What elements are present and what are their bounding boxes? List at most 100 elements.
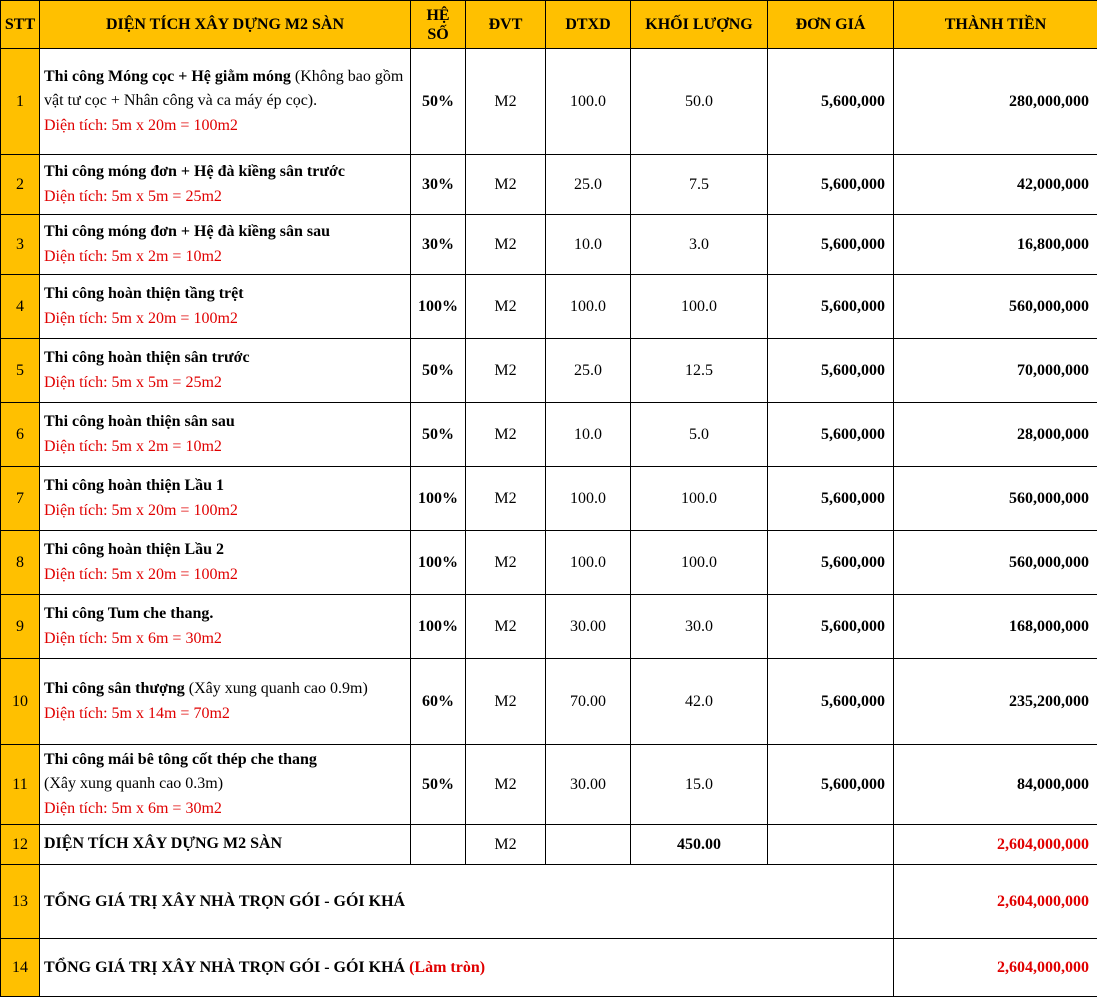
row-description: Thi công sân thượng (Xây xung quanh cao … <box>39 658 411 745</box>
header-description: DIỆN TÍCH XÂY DỰNG M2 SÀN <box>39 0 411 49</box>
row-unit-price: 5,600,000 <box>767 154 894 215</box>
row-amount: 560,000,000 <box>893 530 1097 595</box>
summary-empty-cell <box>410 824 466 865</box>
row-quantity: 50.0 <box>630 48 768 155</box>
row-note: (Xây xung quanh cao 0.9m) <box>184 680 368 697</box>
header-row: STT DIỆN TÍCH XÂY DỰNG M2 SÀN HỆ SỐ ĐVT D… <box>0 0 1097 49</box>
row-coefficient: 50% <box>410 744 466 825</box>
table-row: 2 Thi công móng đơn + Hệ đà kiềng sân tr… <box>0 154 1097 215</box>
row-description: Thi công hoàn thiện sân sau Diện tích: 5m… <box>39 402 411 467</box>
row-unit-price: 5,600,000 <box>767 214 894 275</box>
row-title: Thi công Tum che thang. <box>44 605 214 622</box>
row-title: Thi công hoàn thiện Lầu 2 <box>44 541 225 558</box>
row-coefficient: 100% <box>410 274 466 339</box>
row-title: Thi công hoàn thiện Lầu 1 <box>44 477 225 494</box>
row-quantity: 100.0 <box>630 274 768 339</box>
row-area-text: Diện tích: 5m x 20m = 100m2 <box>44 501 238 519</box>
row-stt: 10 <box>0 658 40 745</box>
row-quantity: 7.5 <box>630 154 768 215</box>
row-unit-price: 5,600,000 <box>767 658 894 745</box>
header-unit: ĐVT <box>465 0 546 49</box>
row-dtxd: 10.0 <box>545 214 631 275</box>
summary-area-label-text: DIỆN TÍCH XÂY DỰNG M2 SÀN <box>44 835 283 853</box>
summary-total-amount: 2,604,000,000 <box>893 864 1097 939</box>
row-amount: 168,000,000 <box>893 594 1097 659</box>
row-title: Thi công sân thượng <box>44 680 185 697</box>
row-quantity: 12.5 <box>630 338 768 403</box>
row-stt: 6 <box>0 402 40 467</box>
row-unit: M2 <box>465 466 546 531</box>
row-unit: M2 <box>465 48 546 155</box>
row-coefficient: 100% <box>410 594 466 659</box>
summary-total-quantity: 450.00 <box>630 824 768 865</box>
row-title: Thi công hoàn thiện tầng trệt <box>44 285 244 302</box>
row-coefficient: 30% <box>410 154 466 215</box>
row-quantity: 100.0 <box>630 466 768 531</box>
row-coefficient: 100% <box>410 466 466 531</box>
summary-empty-cell <box>545 824 631 865</box>
row-area-text: Diện tích: 5m x 20m = 100m2 <box>44 309 238 327</box>
summary-rounded-label: TỔNG GIÁ TRỊ XÂY NHÀ TRỌN GÓI - GÓI KHÁ … <box>39 938 894 997</box>
row-unit: M2 <box>465 274 546 339</box>
row-coefficient: 50% <box>410 48 466 155</box>
row-quantity: 30.0 <box>630 594 768 659</box>
row-unit-price: 5,600,000 <box>767 530 894 595</box>
row-amount: 280,000,000 <box>893 48 1097 155</box>
row-amount: 16,800,000 <box>893 214 1097 275</box>
row-coefficient: 60% <box>410 658 466 745</box>
row-title: Thi công Móng cọc + Hệ giằm móng <box>44 67 291 85</box>
row-unit: M2 <box>465 402 546 467</box>
row-area-text: Diện tích: 5m x 2m = 10m2 <box>44 437 222 455</box>
row-quantity: 15.0 <box>630 744 768 825</box>
summary-rounded-amount: 2,604,000,000 <box>893 938 1097 997</box>
row-description: Thi công hoàn thiện tầng trệt Diện tích: … <box>39 274 411 339</box>
row-area-text: Diện tích: 5m x 6m = 30m2 <box>44 629 222 647</box>
row-amount: 70,000,000 <box>893 338 1097 403</box>
row-stt: 12 <box>0 824 40 865</box>
header-quantity: KHỐI LƯỢNG <box>630 0 768 49</box>
row-area-text: Diện tích: 5m x 20m = 100m2 <box>44 116 238 134</box>
row-stt: 1 <box>0 48 40 155</box>
row-description: Thi công mái bê tông cốt thép che thang … <box>39 744 411 825</box>
row-amount: 42,000,000 <box>893 154 1097 215</box>
row-stt: 2 <box>0 154 40 215</box>
row-dtxd: 25.0 <box>545 154 631 215</box>
row-dtxd: 10.0 <box>545 402 631 467</box>
row-stt: 14 <box>0 938 40 997</box>
header-area: DTXD <box>545 0 631 49</box>
row-dtxd: 100.0 <box>545 466 631 531</box>
row-description: Thi công hoàn thiện Lầu 2 Diện tích: 5m x… <box>39 530 411 595</box>
row-unit: M2 <box>465 338 546 403</box>
row-dtxd: 25.0 <box>545 338 631 403</box>
table-row: 1 Thi công Móng cọc + Hệ giằm móng (Khôn… <box>0 48 1097 155</box>
row-unit-price: 5,600,000 <box>767 466 894 531</box>
row-amount: 28,000,000 <box>893 402 1097 467</box>
row-unit-price: 5,600,000 <box>767 402 894 467</box>
header-stt: STT <box>0 0 40 49</box>
header-coef-line2: SỐ <box>427 25 449 43</box>
row-coefficient: 50% <box>410 402 466 467</box>
row-dtxd: 100.0 <box>545 530 631 595</box>
table-row: 3 Thi công móng đơn + Hệ đà kiềng sân sa… <box>0 214 1097 275</box>
row-title: Thi công móng đơn + Hệ đà kiềng sân sau <box>44 223 331 240</box>
row-dtxd: 30.00 <box>545 594 631 659</box>
row-unit-price: 5,600,000 <box>767 744 894 825</box>
row-description: Thi công Móng cọc + Hệ giằm móng (Không … <box>39 48 411 155</box>
row-quantity: 42.0 <box>630 658 768 745</box>
summary-rounded-label-text: TỔNG GIÁ TRỊ XÂY NHÀ TRỌN GÓI - GÓI KHÁ <box>44 958 406 976</box>
row-stt: 13 <box>0 864 40 939</box>
summary-row-total: 13 TỔNG GIÁ TRỊ XÂY NHÀ TRỌN GÓI - GÓI K… <box>0 864 1097 939</box>
row-description: Thi công Tum che thang. Diện tích: 5m x 6… <box>39 594 411 659</box>
table-row: 6 Thi công hoàn thiện sân sau Diện tích: … <box>0 402 1097 467</box>
row-unit-price: 5,600,000 <box>767 594 894 659</box>
row-unit: M2 <box>465 744 546 825</box>
row-note: (Xây xung quanh cao 0.3m) <box>44 775 224 793</box>
row-description: Thi công hoàn thiện sân trước Diện tích: … <box>39 338 411 403</box>
table-row: 10 Thi công sân thượng (Xây xung quanh c… <box>0 658 1097 745</box>
row-coefficient: 100% <box>410 530 466 595</box>
table-row: 11 Thi công mái bê tông cốt thép che tha… <box>0 744 1097 825</box>
row-area-text: Diện tích: 5m x 14m = 70m2 <box>44 704 230 722</box>
row-title: Thi công mái bê tông cốt thép che thang <box>44 750 317 768</box>
summary-area-amount: 2,604,000,000 <box>893 824 1097 865</box>
row-stt: 5 <box>0 338 40 403</box>
